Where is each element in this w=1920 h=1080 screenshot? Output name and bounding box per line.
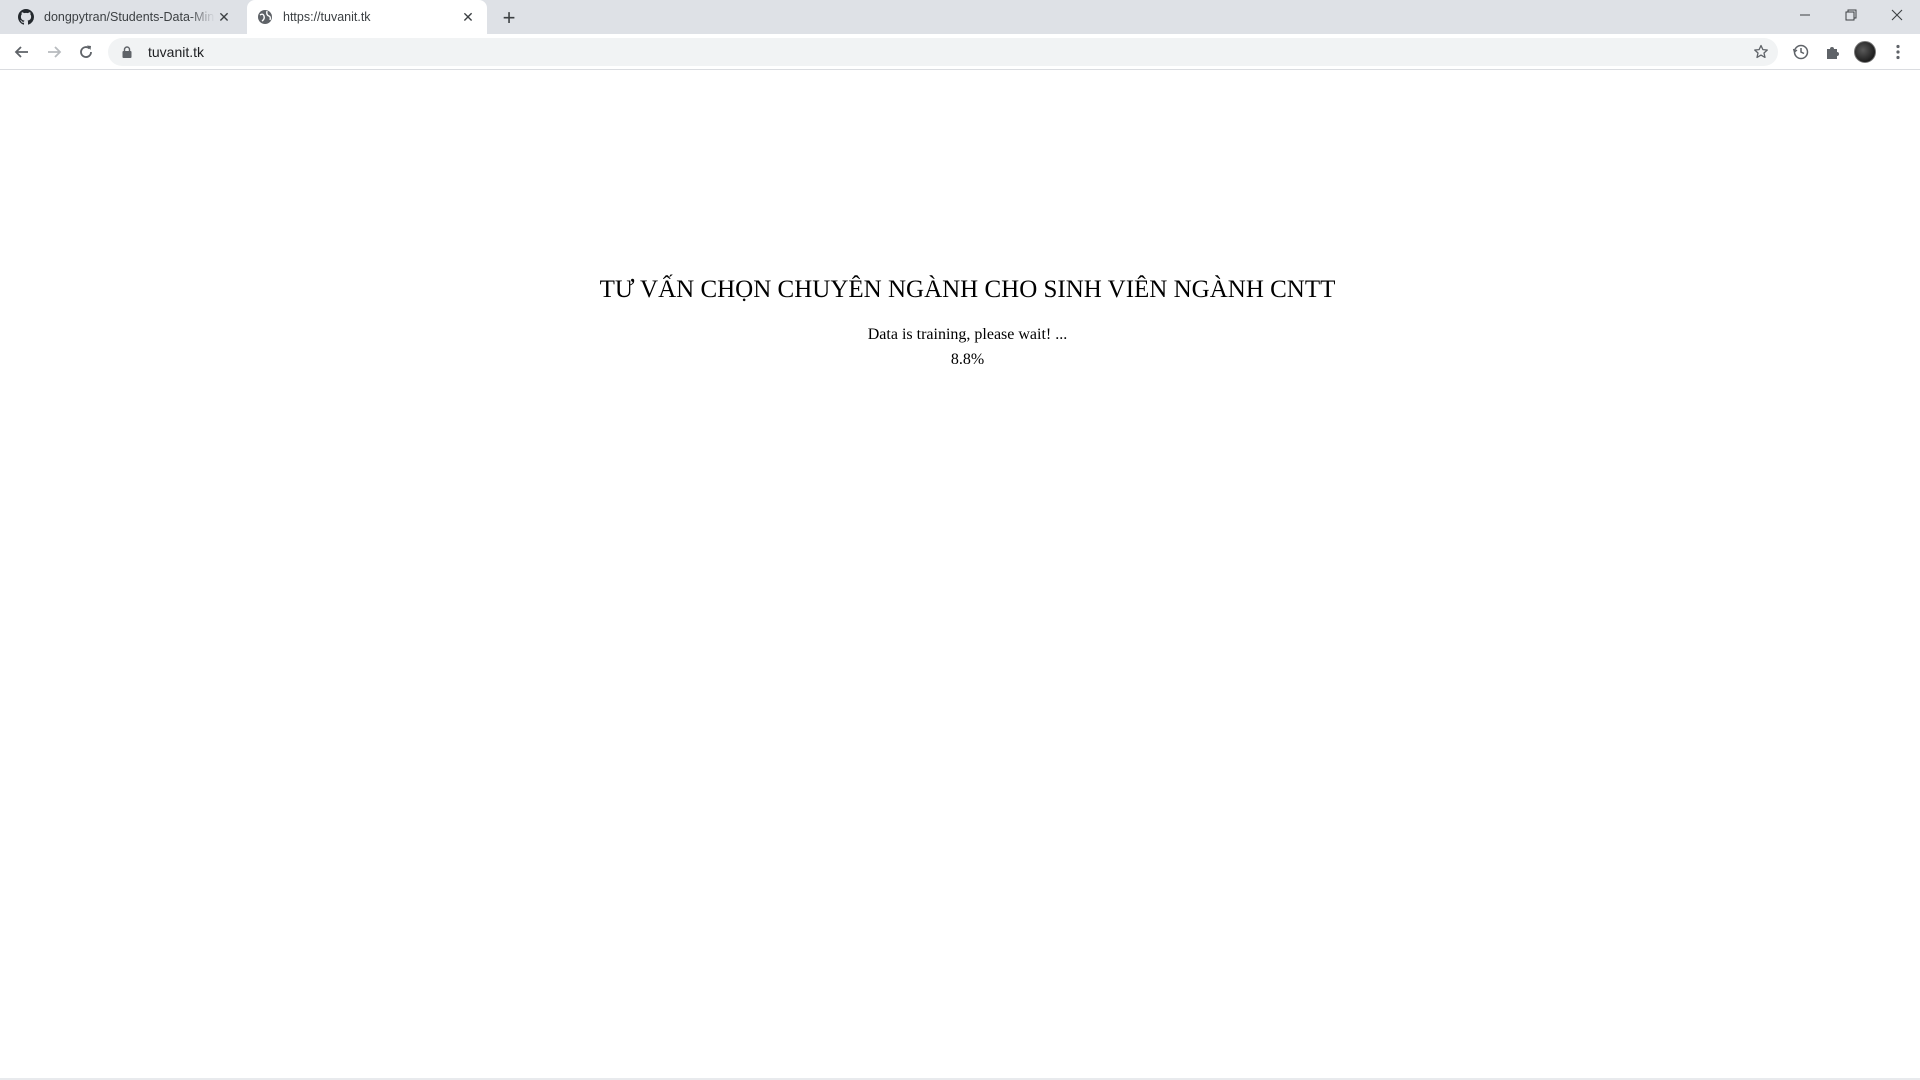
new-tab-button[interactable]: +	[496, 5, 522, 31]
github-icon	[18, 9, 34, 25]
bookmark-star-icon[interactable]	[1752, 43, 1770, 61]
close-tab-icon[interactable]: ✕	[215, 8, 233, 26]
page-content: TƯ VẤN CHỌN CHUYÊN NGÀNH CHO SINH VIÊN N…	[0, 71, 1920, 1077]
tab-github[interactable]: dongpytran/Students-Data-Mining ✕	[8, 0, 243, 34]
avatar-image	[1854, 41, 1876, 63]
kebab-menu-icon[interactable]	[1886, 40, 1910, 64]
reload-button[interactable]	[72, 38, 100, 66]
tab-tuvanit[interactable]: https://tuvanit.tk ✕	[247, 0, 487, 34]
restore-button[interactable]	[1828, 0, 1874, 30]
globe-icon	[257, 9, 273, 25]
close-window-button[interactable]	[1874, 0, 1920, 30]
profile-avatar[interactable]	[1853, 40, 1877, 64]
page-title: TƯ VẤN CHỌN CHUYÊN NGÀNH CHO SINH VIÊN N…	[599, 276, 1336, 303]
lock-icon[interactable]	[120, 45, 134, 59]
progress-percentage: 8.8%	[950, 351, 985, 368]
extensions-puzzle-icon[interactable]	[1821, 40, 1845, 64]
forward-button[interactable]	[40, 38, 68, 66]
tab-strip: dongpytran/Students-Data-Mining ✕ https:…	[0, 0, 1920, 34]
tab-title: dongpytran/Students-Data-Mining	[44, 10, 215, 24]
address-bar[interactable]: tuvanit.tk	[108, 38, 1778, 66]
training-status-text: Data is training, please wait! ...	[867, 326, 1068, 343]
tab-title: https://tuvanit.tk	[283, 10, 371, 24]
history-icon[interactable]	[1789, 40, 1813, 64]
close-tab-icon[interactable]: ✕	[459, 8, 477, 26]
url-text: tuvanit.tk	[148, 44, 205, 60]
browser-toolbar: tuvanit.tk	[0, 34, 1920, 70]
minimize-button[interactable]	[1782, 0, 1828, 30]
back-button[interactable]	[8, 38, 36, 66]
